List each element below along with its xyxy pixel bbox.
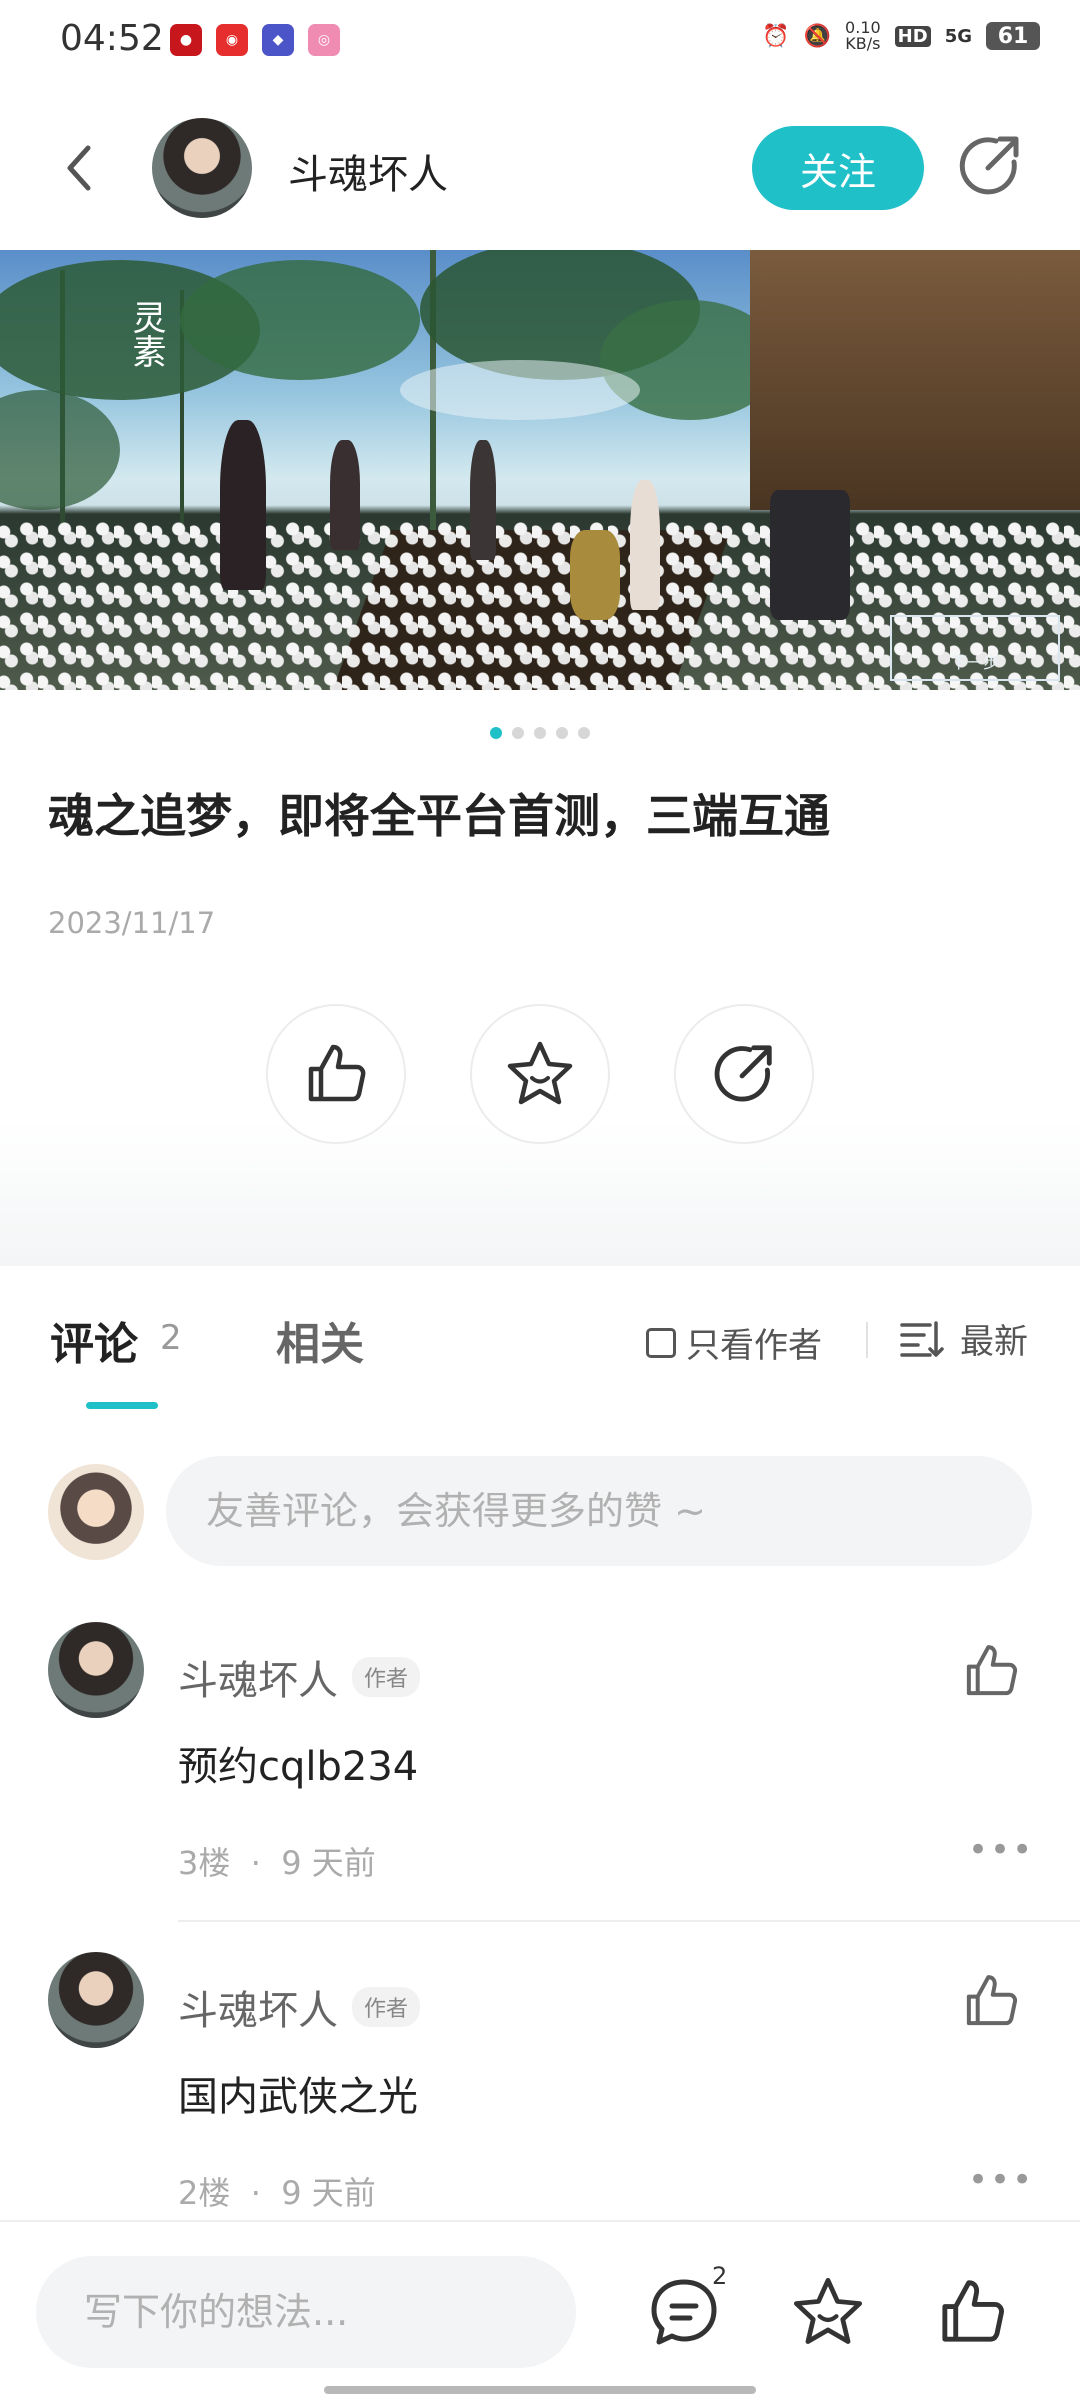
comment-author-avatar[interactable] [48,1952,144,2048]
carousel-dot[interactable] [534,727,546,739]
signal-5g-icon: 5G [944,25,972,47]
comment-floor: 2楼 [178,2174,231,2212]
author-avatar[interactable] [152,118,252,218]
star-icon [507,1041,573,1105]
follow-button[interactable]: 关注 [752,126,924,210]
current-user-avatar[interactable] [48,1464,144,1560]
character-figure [630,480,660,610]
status-bar: 04:52 ● ◉ ◆ ◎ ⏰ 🔕 0.10 KB/s HD 5G 61 [0,0,1080,80]
banner-vertical-title: 灵素 [126,300,166,368]
checkbox-icon[interactable] [646,1327,676,1358]
like-button[interactable] [934,2274,1010,2350]
share-button[interactable] [954,130,1026,202]
thumbs-up-icon [308,1044,366,1102]
system-indicators: ⏰ 🔕 0.10 KB/s HD 5G 61 [762,20,1040,52]
sort-button[interactable]: 最新 [900,1314,1028,1363]
hd-icon: HD [894,25,931,47]
battery-icon: 61 [986,22,1040,50]
comment-author[interactable]: 斗魂坏人 作者 [178,1978,421,2036]
like-comment-button[interactable] [960,1970,1022,2032]
tab-related[interactable]: 相关 [276,1308,364,1372]
comment-count-badge: 2 [712,2262,728,2290]
bronze-incense-burner [570,530,620,620]
app-notification-icon: ◎ [308,24,340,56]
comment-divider [178,1920,1080,1922]
thumbs-up-icon [966,1645,1018,1696]
net-speed-unit: KB/s [845,34,881,53]
post-title: 魂之追梦，即将全平台首测，三端互通 [48,789,830,843]
comment-icon [651,2279,717,2345]
thumbs-up-icon [942,2280,1004,2342]
app-notification-icon: ● [170,24,202,56]
share-icon [959,136,1019,195]
carousel-dot[interactable] [578,727,590,739]
like-comment-button[interactable] [960,1640,1022,1702]
comment-meta: 3楼 · 9 天前 [178,1838,376,1884]
tab-comments[interactable]: 评论 [50,1308,138,1372]
mute-icon: 🔕 [803,23,832,49]
carousel-dot[interactable] [512,727,524,739]
only-author-toggle[interactable]: 只看作者 [646,1318,822,1367]
share-post-button[interactable] [674,1004,814,1144]
game-next-step-label: 下一步 [890,615,1060,681]
carousel-dot[interactable] [490,727,502,739]
net-speed: 0.10 KB/s [845,20,881,52]
comment-count: 2 [160,1318,182,1358]
wooden-pavilion [750,250,1080,510]
favorite-post-button[interactable] [470,1004,610,1144]
sort-icon [900,1320,944,1357]
back-arrow-icon [67,145,91,191]
comment-author-avatar[interactable] [48,1622,144,1718]
author-badge: 作者 [352,1657,421,1697]
comment-meta: 2楼 · 9 天前 [178,2168,376,2214]
comment-input[interactable] [166,1456,1032,1566]
post-date: 2023/11/17 [48,906,216,940]
character-figure [470,440,496,560]
author-name[interactable]: 斗魂坏人 [288,142,448,200]
more-options-icon[interactable]: ••• [968,1830,1034,1870]
meta-separator: · [240,1844,272,1882]
only-author-label: 只看作者 [686,1326,822,1366]
character-figure [330,440,360,550]
carousel-dot[interactable] [556,727,568,739]
character-figure [220,420,266,590]
stone-pedestal [770,490,850,620]
like-post-button[interactable] [266,1004,406,1144]
comment-time: 9 天前 [281,1844,376,1882]
alarm-icon: ⏰ [762,23,790,49]
meta-separator: · [240,2174,272,2212]
write-thought-input[interactable] [36,2256,576,2368]
carousel-indicator [490,727,590,739]
comment-text: 预约cqlb234 [178,1744,419,1790]
thumbs-up-icon [966,1975,1018,2026]
comment-author-name[interactable]: 斗魂坏人 [178,1978,338,2036]
comment-author-name[interactable]: 斗魂坏人 [178,1648,338,1706]
sort-label: 最新 [960,1322,1028,1362]
home-indicator[interactable] [324,2386,756,2394]
status-time: 04:52 [60,18,164,59]
notification-icons: ● ◉ ◆ ◎ [170,24,340,56]
star-icon [793,2277,863,2344]
back-button[interactable] [52,130,108,206]
comments-button[interactable] [646,2274,722,2350]
more-options-icon[interactable]: ••• [968,2160,1034,2200]
divider [866,1322,868,1358]
comment-author[interactable]: 斗魂坏人 作者 [178,1648,421,1706]
author-badge: 作者 [352,1987,421,2027]
active-tab-indicator [86,1402,158,1409]
comment-text: 国内武侠之光 [178,2074,418,2120]
favorite-button[interactable] [790,2274,866,2350]
netease-music-icon: ◉ [216,24,248,56]
comment-floor: 3楼 [178,1844,231,1882]
comment-time: 9 天前 [281,2174,376,2212]
share-icon [714,1045,772,1102]
post-image-carousel[interactable]: 灵素 下一步 [0,250,1080,690]
app-notification-icon: ◆ [262,24,294,56]
